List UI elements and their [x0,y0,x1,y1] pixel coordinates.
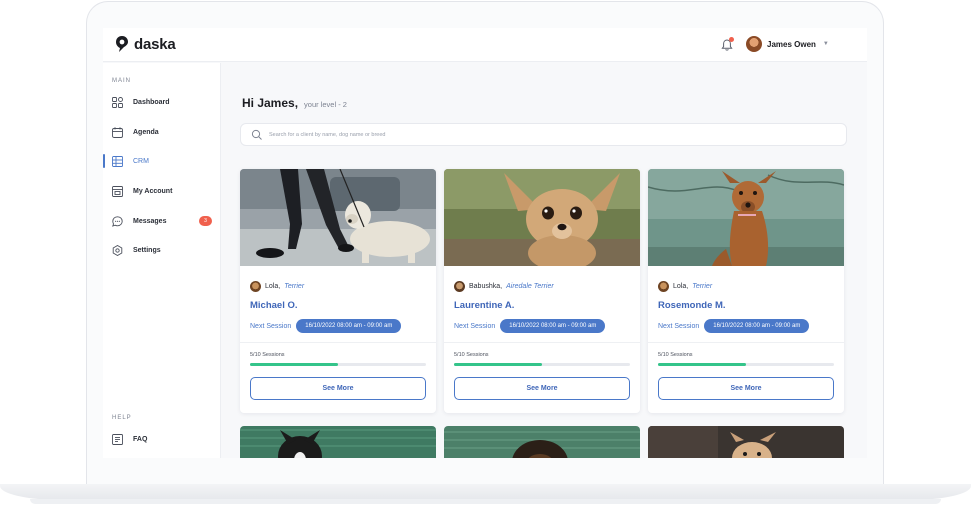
dog-photo [240,169,436,266]
dashboard-icon [112,96,123,108]
sidebar-item-dashboard[interactable]: Dashboard [103,93,221,111]
progress-fill [454,363,542,366]
dog-name: Babushka, [469,283,503,290]
calendar-icon [112,126,123,138]
sidebar-item-label: FAQ [133,435,148,443]
dog-photo [444,169,640,266]
section-label-main: MAIN [112,78,131,84]
sidebar-item-agenda[interactable]: Agenda [103,123,221,141]
see-more-button[interactable]: See More [658,377,834,400]
client-card: Lola, Terrier Michael O. Next Session 16… [240,169,436,413]
see-more-button[interactable]: See More [250,377,426,400]
next-session-row: Next Session 16/10/2022 08:00 am - 09:00… [454,319,606,333]
sidebar-item-label: CRM [133,157,149,165]
dog-breed: Terrier [284,283,305,290]
client-card: Lola, Terrier Rosemonde M. Next Session … [648,169,844,413]
message-icon [112,215,123,227]
sidebar-item-label: Agenda [133,128,159,136]
table-icon [112,155,123,167]
user-name: James Owen [767,39,816,49]
client-name[interactable]: Rosemonde M. [658,300,726,311]
sessions-count: 5/10 Sessions [250,352,285,358]
app-screen: daska James Owen ▼ MAIN Dashboard Agenda… [103,28,867,458]
search-input[interactable] [269,128,829,142]
dog-info: Lola, Terrier [658,281,712,292]
sidebar-item-crm[interactable]: CRM [103,152,221,170]
progress-fill [658,363,746,366]
search-bar [240,123,847,146]
logo-mark-icon [116,36,128,52]
see-more-button[interactable]: See More [454,377,630,400]
sidebar-item-label: Settings [133,246,161,254]
dog-photo-partial [240,426,436,458]
sidebar-item-label: My Account [133,187,173,195]
sessions-count: 5/10 Sessions [658,352,693,358]
dog-breed: Terrier [692,283,713,290]
laptop-base-shadow [30,499,941,504]
dog-photo-partial [444,426,640,458]
sidebar-item-label: Messages [133,217,167,225]
section-label-help: HELP [112,415,132,421]
next-session-row: Next Session 16/10/2022 08:00 am - 09:00… [658,319,810,333]
dog-avatar [250,281,261,292]
client-card: Babushka, Airedale Terrier Laurentine A.… [444,169,640,413]
client-name[interactable]: Laurentine A. [454,300,514,311]
user-menu[interactable]: James Owen ▼ [746,36,829,52]
next-session-row: Next Session 16/10/2022 08:00 am - 09:00… [250,319,402,333]
top-bar: daska James Owen ▼ [103,28,867,62]
sidebar-item-my-account[interactable]: My Account [103,182,221,200]
sessions-progress-bar [658,363,834,366]
dog-avatar [454,281,465,292]
user-level: your level - 2 [304,100,347,109]
dog-photo-partial [648,426,844,458]
divider [648,342,844,343]
sessions-progress-bar [454,363,630,366]
search-icon [251,129,262,140]
dog-info: Babushka, Airedale Terrier [454,281,554,292]
dog-name: Lola, [265,283,281,290]
next-session-label: Next Session [250,322,292,330]
gear-icon [112,244,123,256]
next-session-time: 16/10/2022 08:00 am - 09:00 am [296,319,402,333]
dog-photo [648,169,844,266]
dog-avatar [658,281,669,292]
avatar [746,36,762,52]
sessions-count: 5/10 Sessions [454,352,489,358]
sidebar-item-messages[interactable]: Messages 3 [103,212,221,230]
logo[interactable]: daska [115,35,176,53]
greeting: Hi James, your level - 2 [242,96,347,110]
next-session-label: Next Session [658,322,700,330]
dog-breed: Airedale Terrier [506,283,554,290]
sidebar-item-label: Dashboard [133,98,170,106]
notification-dot [729,37,734,42]
next-session-label: Next Session [454,322,496,330]
laptop-base [0,484,971,500]
divider [240,342,436,343]
client-name[interactable]: Michael O. [250,300,298,311]
unread-badge: 3 [199,216,212,226]
sessions-progress-bar [250,363,426,366]
dog-name: Lola, [673,283,689,290]
next-session-time: 16/10/2022 08:00 am - 09:00 am [704,319,810,333]
sidebar-item-faq[interactable]: FAQ [103,430,221,448]
account-icon [112,185,123,197]
divider [444,342,640,343]
next-session-time: 16/10/2022 08:00 am - 09:00 am [500,319,606,333]
page-title: Hi James, [242,96,299,110]
dog-info: Lola, Terrier [250,281,304,292]
sidebar: MAIN Dashboard Agenda CRM My Account Mes… [103,63,221,458]
progress-fill [250,363,338,366]
chevron-down-icon: ▼ [822,41,829,47]
active-indicator [103,154,105,168]
faq-icon [112,433,123,445]
brand-name: daska [134,35,176,53]
sidebar-item-settings[interactable]: Settings [103,241,221,259]
